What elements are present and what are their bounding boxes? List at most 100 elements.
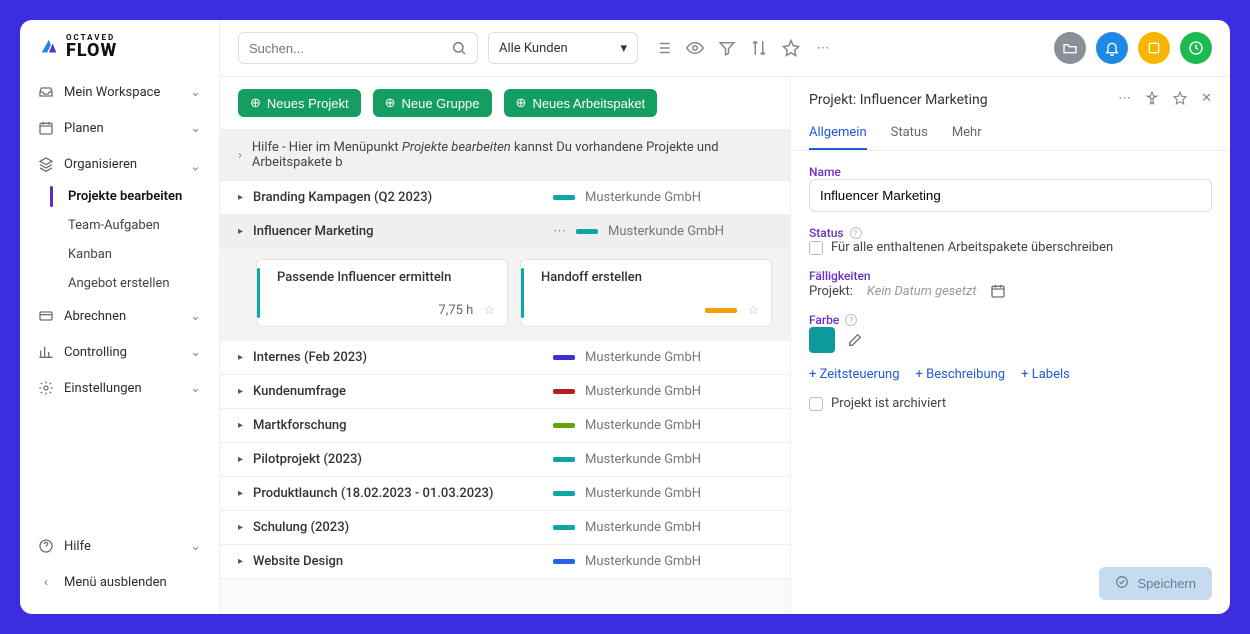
nav-organize[interactable]: Organisieren ⌃ <box>20 146 219 182</box>
project-row[interactable]: ▸MartkforschungMusterkunde GmbH <box>220 409 790 443</box>
info-icon[interactable]: ? <box>850 227 862 239</box>
edit-icon[interactable] <box>847 332 863 348</box>
help-hint: › Hilfe - Hier im Menüpunkt Projekte bea… <box>220 129 790 181</box>
project-row[interactable]: ▸Pilotprojekt (2023)Musterkunde GmbH <box>220 443 790 477</box>
filter-icon[interactable] <box>718 39 736 57</box>
action-bar: ⊕ Neues Projekt ⊕ Neue Gruppe ⊕ Neues Ar… <box>220 77 790 129</box>
due-no-date: Kein Datum gesetzt <box>867 284 977 299</box>
star-icon[interactable]: ☆ <box>747 303 759 318</box>
nav-plan[interactable]: Planen ⌄ <box>20 110 219 146</box>
eye-icon[interactable] <box>686 39 704 57</box>
search-input[interactable] <box>249 41 451 56</box>
color-swatch[interactable] <box>809 327 835 353</box>
tab-general[interactable]: Allgemein <box>809 117 867 150</box>
layers-icon <box>38 156 54 172</box>
star-icon[interactable] <box>782 39 800 57</box>
workpackage-card[interactable]: Passende Influencer ermitteln7,75 h☆ <box>256 259 508 327</box>
project-name: Martkforschung <box>253 418 543 433</box>
bell-button[interactable] <box>1096 32 1128 64</box>
nav-create-quote[interactable]: Angebot erstellen <box>68 269 219 298</box>
project-customer: Musterkunde GmbH <box>585 384 701 399</box>
main: Alle Kunden ▾ ⋯ ⊕ <box>220 20 1230 614</box>
tab-status[interactable]: Status <box>891 117 928 150</box>
status-label: Status ? <box>809 226 1212 240</box>
more-icon[interactable]: ⋯ <box>1118 91 1131 109</box>
project-row[interactable]: ▸Schulung (2023)Musterkunde GmbH <box>220 511 790 545</box>
project-color-bar <box>553 559 575 564</box>
list-icon[interactable] <box>654 39 672 57</box>
project-name: Pilotprojekt (2023) <box>253 452 543 467</box>
project-row[interactable]: ▸KundenumfrageMusterkunde GmbH <box>220 375 790 409</box>
clock-button[interactable] <box>1180 32 1212 64</box>
gear-icon <box>38 380 54 396</box>
project-row[interactable]: ▸Branding Kampagen (Q2 2023)Musterkunde … <box>220 181 790 215</box>
close-icon[interactable]: ✕ <box>1201 91 1212 109</box>
help-icon <box>38 538 54 554</box>
nav-controlling-label: Controlling <box>64 345 127 360</box>
customer-dropdown[interactable]: Alle Kunden ▾ <box>488 32 638 64</box>
nav-billing[interactable]: Abrechnen ⌄ <box>20 298 219 334</box>
save-button[interactable]: Speichern <box>1099 567 1212 600</box>
details-panel: Projekt: Influencer Marketing ⋯ ✕ Allgem… <box>790 77 1230 614</box>
project-color-bar <box>576 229 598 234</box>
project-row[interactable]: ▸Influencer Marketing⋯Musterkunde GmbH <box>220 215 790 249</box>
name-input[interactable] <box>809 179 1212 212</box>
archived-checkbox[interactable] <box>809 397 823 411</box>
row-more-icon[interactable]: ⋯ <box>553 224 566 239</box>
nav-hide-menu[interactable]: ‹ Menü ausblenden <box>20 564 219 600</box>
workpackage-card[interactable]: Handoff erstellen☆ <box>520 259 772 327</box>
details-body: Name Status ? Für alle enthaltenen Arbei… <box>791 151 1230 425</box>
archived-row[interactable]: Projekt ist archiviert <box>809 396 1212 411</box>
nav-plan-label: Planen <box>64 121 104 136</box>
sort-icon[interactable] <box>750 39 768 57</box>
star-icon[interactable]: ☆ <box>483 303 495 318</box>
progress-bar <box>705 308 737 313</box>
save-label: Speichern <box>1137 576 1196 591</box>
nav-kanban[interactable]: Kanban <box>68 240 219 269</box>
project-row[interactable]: ▸Website DesignMusterkunde GmbH <box>220 545 790 579</box>
inbox-icon <box>38 84 54 100</box>
nav-help[interactable]: Hilfe ⌄ <box>20 528 219 564</box>
project-customer: Musterkunde GmbH <box>585 554 701 569</box>
nav-hide-menu-label: Menü ausblenden <box>64 575 167 590</box>
project-color-bar <box>553 491 575 496</box>
chart-icon <box>38 344 54 360</box>
project-color-bar <box>553 389 575 394</box>
nav-workspace[interactable]: Mein Workspace ⌄ <box>20 74 219 110</box>
project-list: ▸Branding Kampagen (Q2 2023)Musterkunde … <box>220 181 790 614</box>
new-group-button[interactable]: ⊕ Neue Gruppe <box>373 89 492 117</box>
chevron-down-icon: ⌄ <box>190 345 201 360</box>
project-row[interactable]: ▸Produktlaunch (18.02.2023 - 01.03.2023)… <box>220 477 790 511</box>
calendar-icon[interactable] <box>990 283 1006 299</box>
tab-more[interactable]: Mehr <box>952 117 982 150</box>
add-desc[interactable]: + Beschreibung <box>916 367 1006 382</box>
search-input-wrap[interactable] <box>238 32 478 64</box>
project-color-bar <box>553 355 575 360</box>
nav-edit-projects[interactable]: Projekte bearbeiten <box>68 182 219 211</box>
pin-icon[interactable] <box>1145 91 1159 109</box>
nav-team-tasks[interactable]: Team-Aufgaben <box>68 211 219 240</box>
nav-controlling[interactable]: Controlling ⌄ <box>20 334 219 370</box>
new-project-button[interactable]: ⊕ Neues Projekt <box>238 89 361 117</box>
add-time[interactable]: + Zeitsteuerung <box>809 367 900 382</box>
logo-icon <box>38 36 60 58</box>
project-color-bar <box>553 195 575 200</box>
nav-settings[interactable]: Einstellungen ⌄ <box>20 370 219 406</box>
more-icon[interactable]: ⋯ <box>814 39 832 57</box>
info-icon[interactable]: ? <box>845 314 857 326</box>
project-list-area: ⊕ Neues Projekt ⊕ Neue Gruppe ⊕ Neues Ar… <box>220 77 790 614</box>
chevron-left-icon: ‹ <box>38 574 54 590</box>
add-labels[interactable]: + Labels <box>1021 367 1070 382</box>
chevron-down-icon: ⌄ <box>190 85 201 100</box>
new-workpackage-button[interactable]: ⊕ Neues Arbeitspaket <box>504 89 658 117</box>
plus-circle-icon: ⊕ <box>385 95 396 111</box>
status-override-row[interactable]: Für alle enthaltenen Arbeitspakete übers… <box>809 240 1212 255</box>
star-icon[interactable] <box>1173 91 1187 109</box>
content: ⊕ Neues Projekt ⊕ Neue Gruppe ⊕ Neues Ar… <box>220 77 1230 614</box>
project-row[interactable]: ▸Internes (Feb 2023)Musterkunde GmbH <box>220 341 790 375</box>
status-override-checkbox[interactable] <box>809 241 823 255</box>
folder-button[interactable] <box>1054 32 1086 64</box>
note-button[interactable] <box>1138 32 1170 64</box>
chevron-right-icon[interactable]: › <box>238 148 242 163</box>
project-name: Influencer Marketing <box>253 224 543 239</box>
